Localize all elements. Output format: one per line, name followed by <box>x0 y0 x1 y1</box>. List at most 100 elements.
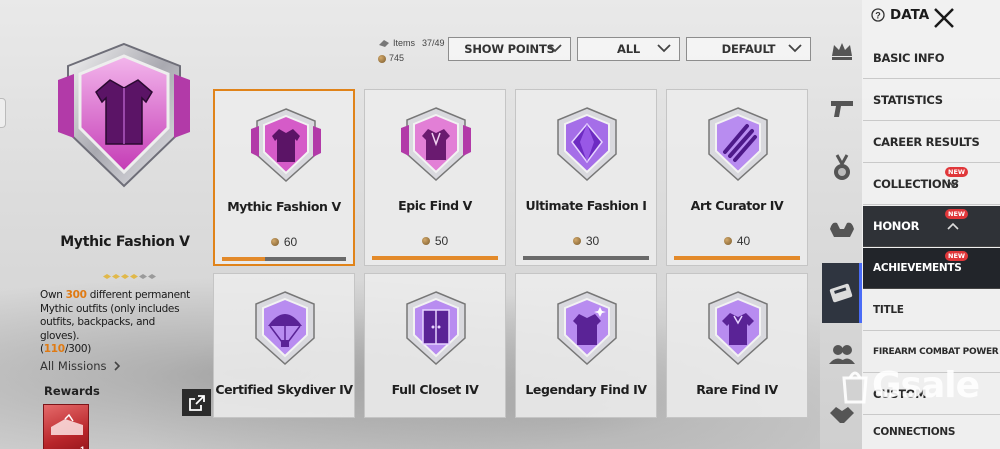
menu-item-label: CAREER RESULTS <box>873 135 980 149</box>
show-points-dropdown[interactable]: SHOW POINTS <box>448 37 571 61</box>
points-coin-icon <box>270 238 279 246</box>
menu-item-career-results[interactable]: CAREER RESULTS <box>863 122 1000 163</box>
achievement-name: Full Closet IV <box>391 382 479 397</box>
menu-item-label: BASIC INFO <box>873 51 945 65</box>
menu-item-label: STATISTICS <box>873 93 943 107</box>
sort-dropdown[interactable]: DEFAULT <box>686 37 811 61</box>
achievement-card[interactable]: Epic Find V 50 <box>364 89 506 266</box>
chevron-down-icon <box>788 44 802 53</box>
achievement-name: Epic Find V <box>398 198 472 213</box>
mythic-fashion-badge-icon <box>58 42 190 188</box>
menu-item-connections[interactable]: CONNECTIONS <box>863 416 1000 449</box>
diamond-icon <box>557 107 617 182</box>
points-value: 60 <box>283 235 298 249</box>
menu-item-basic-info[interactable]: BASIC INFO <box>863 38 1000 79</box>
menu-item-title[interactable]: TITLE <box>863 290 1000 331</box>
achievement-card[interactable]: Certified Skydiver IV <box>213 273 355 418</box>
progress-bar <box>222 257 346 261</box>
rating-pip <box>103 274 111 279</box>
wardrobe-icon <box>406 291 466 366</box>
achievement-name: Art Curator IV <box>690 198 784 213</box>
rating-pip <box>121 274 129 279</box>
reward-crate-icon <box>51 413 83 435</box>
progress-fill <box>222 257 266 261</box>
progress-current: 110 <box>43 343 65 355</box>
all-missions-link[interactable]: All Missions <box>40 359 121 373</box>
achievement-card[interactable]: Art Curator IV 40 <box>666 89 808 266</box>
rating-pip <box>112 274 120 279</box>
close-icon[interactable] <box>932 6 956 30</box>
achievement-card[interactable]: Ultimate Fashion I 30 <box>515 89 657 266</box>
menu-item-collections[interactable]: COLLECTIONS NEW <box>863 164 1000 205</box>
dropdown-value: SHOW POINTS <box>464 42 555 56</box>
items-value: 37/49 <box>422 38 445 48</box>
achievement-name: Legendary Find IV <box>525 382 647 397</box>
achievement-card[interactable]: Rare Find IV <box>666 273 808 418</box>
muscle-icon[interactable] <box>826 212 858 244</box>
desc-prefix: Own <box>40 289 66 301</box>
achievement-card[interactable]: Full Closet IV <box>364 273 506 418</box>
desc-target-count: 300 <box>65 289 87 301</box>
progress-bar <box>372 256 498 260</box>
points-coin-icon <box>378 54 386 63</box>
progress-fill <box>372 256 498 260</box>
progress-total: /300) <box>64 343 92 355</box>
rank-crown-icon[interactable] <box>826 34 858 66</box>
reward-item[interactable]: 1 <box>43 404 89 449</box>
points-coin-icon <box>572 237 581 245</box>
rewards-label: Rewards <box>44 384 100 398</box>
sparkle-jacket-icon <box>557 291 617 366</box>
dropdown-value: ALL <box>617 42 640 56</box>
medal-icon[interactable] <box>826 152 858 184</box>
share-button[interactable] <box>182 389 211 416</box>
achievement-title: Mythic Fashion V <box>60 234 190 250</box>
collection-stats: Items 37/49 745 <box>378 36 445 66</box>
watermark-bag-icon <box>842 371 868 403</box>
rating-pip <box>148 274 156 279</box>
menu-item-label: CONNECTIONS <box>873 426 956 438</box>
menu-item-achievements[interactable]: ACHIEVEMENTS NEW <box>863 248 1000 289</box>
reward-count: 1 <box>80 445 85 449</box>
points-coin-icon <box>421 237 430 245</box>
menu-item-label: ACHIEVEMENTS <box>873 262 962 274</box>
menu-item-label: HONOR <box>873 219 920 233</box>
side-pull-tab[interactable] <box>0 98 6 128</box>
points-value: 50 <box>434 234 449 248</box>
mythic-jacket-icon <box>251 108 321 183</box>
achievement-name: Rare Find IV <box>696 382 778 397</box>
new-badge: NEW <box>945 167 969 177</box>
chevron-right-icon <box>113 361 120 371</box>
rating-pip <box>130 274 138 279</box>
achievement-points: 30 <box>516 234 656 248</box>
achievement-points: 60 <box>215 235 353 249</box>
share-icon <box>188 394 205 411</box>
menu-item-label: FIREARM COMBAT POWER <box>873 347 999 357</box>
new-badge: NEW <box>945 251 969 261</box>
chevron-down-icon <box>548 44 562 53</box>
pistol-icon[interactable] <box>826 92 858 124</box>
achievement-description: Own 300 different permanent Mythic outfi… <box>40 289 190 357</box>
achievement-points: 50 <box>365 234 505 248</box>
points-value: 745 <box>389 53 405 63</box>
points-value: 30 <box>585 234 600 248</box>
all-missions-label: All Missions <box>40 359 107 373</box>
chevron-down-icon <box>947 180 959 188</box>
menu-item-label: COLLECTIONS <box>873 177 959 191</box>
new-badge: NEW <box>945 209 969 219</box>
filter-dropdown[interactable]: ALL <box>577 37 680 61</box>
menu-item-honor[interactable]: HONOR NEW <box>863 206 1000 247</box>
chevron-up-icon <box>947 222 959 230</box>
honor-tab-icon[interactable] <box>822 263 862 323</box>
chevron-down-icon <box>657 44 671 53</box>
help-icon[interactable]: ? <box>871 8 885 22</box>
achievement-name: Ultimate Fashion I <box>525 198 647 213</box>
claw-marks-icon <box>708 107 768 182</box>
menu-item-statistics[interactable]: STATISTICS <box>863 80 1000 121</box>
achievement-points: 40 <box>667 234 807 248</box>
achievement-card[interactable]: Legendary Find IV <box>515 273 657 418</box>
achievement-card[interactable]: Mythic Fashion V 60 <box>213 89 355 266</box>
watermark-text: Gsale <box>872 365 980 406</box>
shirt-icon <box>708 291 768 366</box>
progress-bar <box>674 256 800 260</box>
menu-header: ? DATA <box>871 7 929 23</box>
